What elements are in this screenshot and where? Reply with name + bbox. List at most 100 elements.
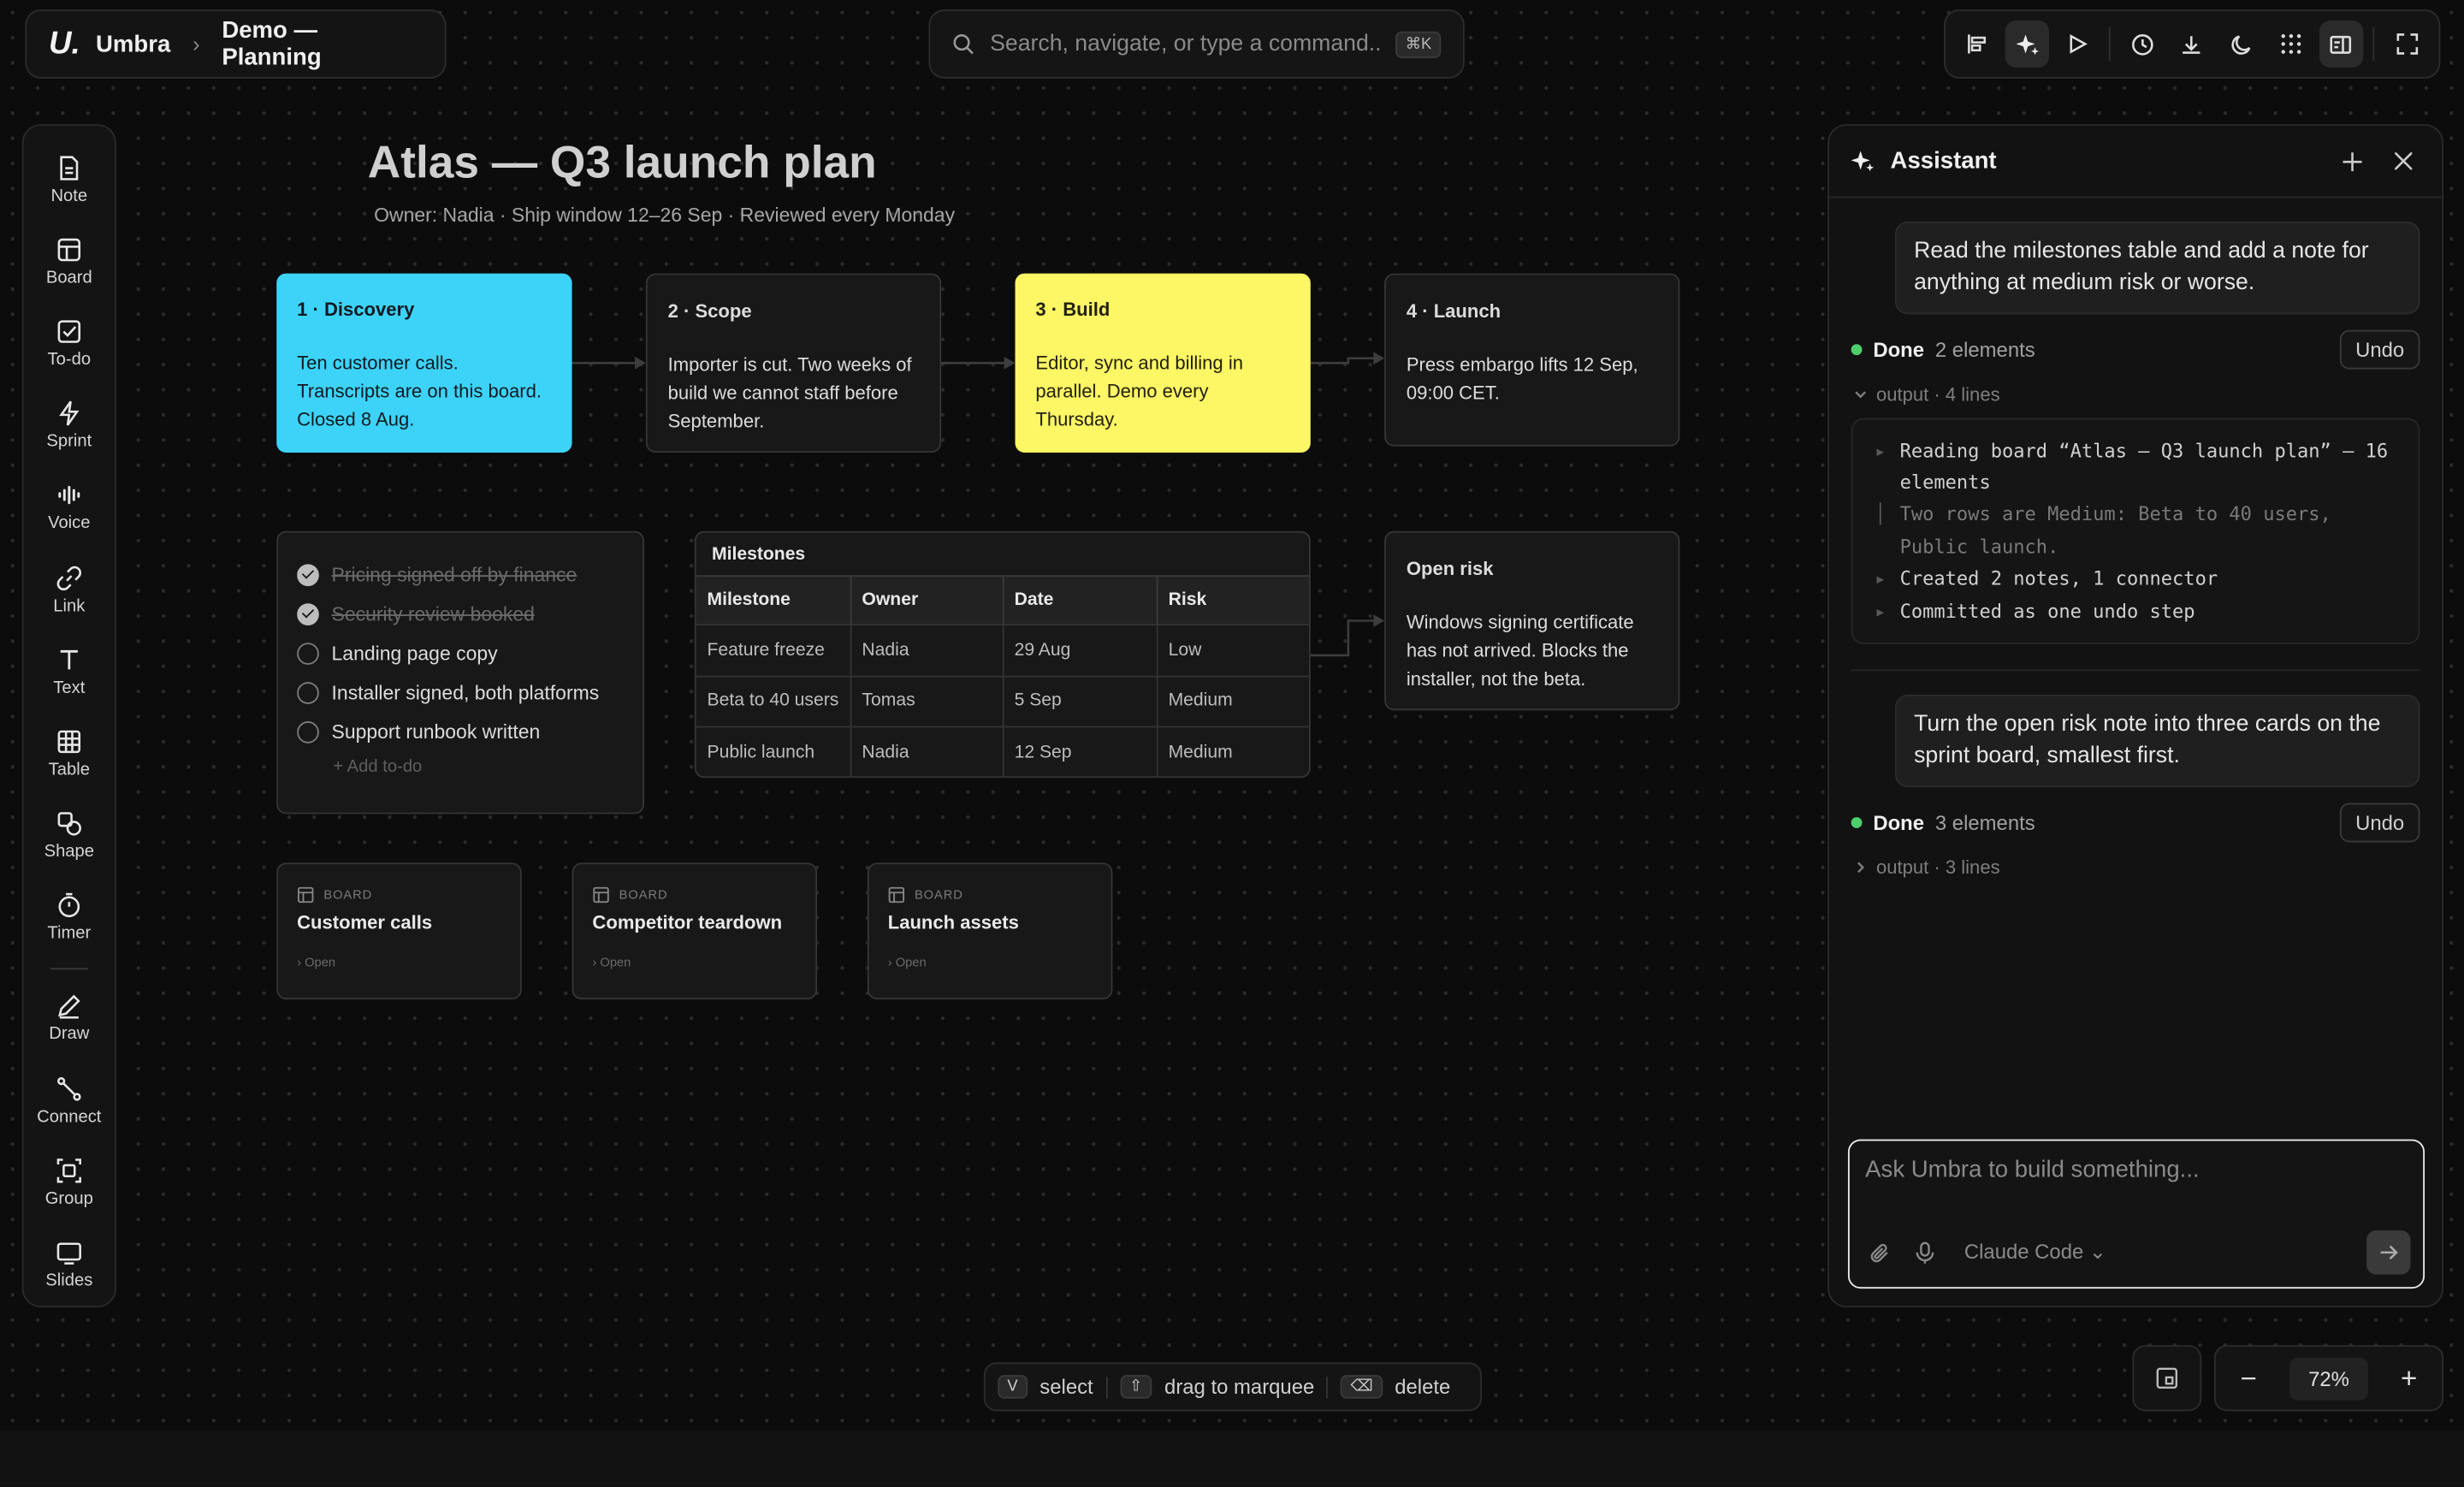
stage-card-scope[interactable]: 2 · Scope Importer is cut. Two weeks of … — [645, 273, 942, 453]
stage-card-launch[interactable]: 4 · Launch Press embargo lifts 12 Sep, 0… — [1384, 273, 1680, 447]
undo-button[interactable]: Undo — [2339, 329, 2420, 370]
microphone-icon[interactable] — [1914, 1241, 1936, 1265]
send-button[interactable] — [2366, 1230, 2411, 1275]
table-row: Beta to 40 users Tomas 5 Sep Medium — [696, 674, 1309, 727]
rail-item-group[interactable]: Group — [24, 1141, 116, 1223]
text-icon — [60, 649, 78, 669]
subboard-customer-calls[interactable]: BOARD Customer calls › Open — [276, 862, 522, 1000]
rail-item-text[interactable]: Text — [24, 631, 116, 713]
shape-icon — [57, 812, 81, 836]
table-cell[interactable]: Nadia — [850, 726, 1004, 777]
undo-button[interactable]: Undo — [2339, 803, 2420, 843]
checkbox[interactable] — [297, 642, 319, 665]
board-title[interactable]: Atlas — Q3 launch plan — [368, 139, 877, 191]
umbra-logo[interactable]: U. — [49, 26, 80, 62]
todo-item[interactable]: Installer signed, both platforms — [297, 672, 624, 712]
fullscreen-icon[interactable] — [2384, 21, 2430, 68]
rail-item-draw[interactable]: Draw — [24, 977, 116, 1059]
open-link[interactable]: › Open — [592, 956, 797, 970]
open-link[interactable]: › Open — [297, 956, 501, 970]
zoom-in-button[interactable]: + — [2385, 1354, 2432, 1401]
align-icon[interactable] — [1955, 21, 2000, 68]
model-selector[interactable]: Claude Code ⌄ — [1964, 1240, 2344, 1265]
todo-icon — [57, 320, 81, 343]
rail-item-timer[interactable]: Timer — [24, 876, 116, 958]
rail-item-todo[interactable]: To-do — [24, 302, 116, 384]
table-cell[interactable]: Nadia — [850, 624, 1004, 676]
column-header[interactable]: Owner — [850, 575, 1004, 625]
column-header[interactable]: Risk — [1156, 575, 1309, 625]
history-icon[interactable] — [2120, 21, 2165, 68]
rail-item-table[interactable]: Table — [24, 713, 116, 795]
close-icon — [2394, 152, 2412, 170]
todo-item[interactable]: Pricing signed off by finance — [297, 554, 624, 594]
todo-item[interactable]: Security review booked — [297, 594, 624, 633]
table-cell[interactable]: 12 Sep — [1002, 726, 1158, 777]
prompt-input[interactable] — [1865, 1156, 2400, 1204]
board-icon — [888, 886, 905, 903]
checkbox-checked[interactable] — [297, 563, 319, 586]
moon-icon[interactable] — [2219, 21, 2265, 68]
grid-icon[interactable] — [2269, 21, 2314, 68]
play-icon[interactable] — [2054, 21, 2100, 68]
table-cell[interactable]: Medium — [1156, 674, 1309, 727]
subboard-launch-assets[interactable]: BOARD Launch assets › Open — [867, 862, 1113, 1000]
attach-icon[interactable] — [1869, 1241, 1892, 1265]
column-header[interactable]: Date — [1002, 575, 1158, 625]
checkbox[interactable] — [297, 681, 319, 703]
search-shortcut: ⌘K — [1395, 30, 1442, 58]
todo-item[interactable]: Support runbook written — [297, 712, 624, 751]
board-subtitle[interactable]: Owner: Nadia · Ship window 12–26 Sep · R… — [374, 204, 955, 227]
rail-item-slides[interactable]: Slides — [24, 1223, 116, 1306]
app-name[interactable]: Umbra — [96, 31, 170, 57]
stage-card-discovery[interactable]: 1 · Discovery Ten customer calls. Transc… — [276, 273, 572, 453]
table-cell[interactable]: 29 Aug — [1002, 624, 1158, 676]
rail-item-board[interactable]: Board — [24, 220, 116, 302]
rail-item-voice[interactable]: Voice — [24, 466, 116, 548]
rail-item-note[interactable]: Note — [24, 139, 116, 221]
output-toggle[interactable]: output · 3 lines — [1854, 856, 2420, 878]
user-message: Read the milestones table and add a note… — [1895, 221, 2420, 314]
table-cell[interactable]: Low — [1156, 624, 1309, 676]
table-cell[interactable]: Public launch — [696, 726, 851, 777]
output-toggle[interactable]: output · 4 lines — [1854, 382, 2420, 405]
search-input[interactable] — [990, 31, 1381, 57]
table-cell[interactable]: 5 Sep — [1002, 674, 1158, 727]
close-assistant-button[interactable] — [2385, 144, 2420, 178]
download-icon[interactable] — [2170, 21, 2215, 68]
sparkle-icon[interactable] — [2005, 20, 2050, 68]
subboard-competitor-teardown[interactable]: BOARD Competitor teardown › Open — [572, 862, 818, 1000]
output-line: │ Two rows are Medium: Beta to 40 users, … — [1875, 503, 2331, 558]
zoom-level[interactable]: 72% — [2289, 1356, 2368, 1400]
output-line: ▸ Created 2 notes, 1 connector — [1875, 567, 2218, 590]
stage-card-build[interactable]: 3 · Build Editor, sync and billing in pa… — [1015, 273, 1311, 453]
rail-item-sprint[interactable]: Sprint — [24, 384, 116, 466]
board-icon — [593, 886, 609, 903]
hint-label: delete — [1395, 1375, 1451, 1399]
rail-item-connect[interactable]: Connect — [24, 1059, 116, 1141]
board-name[interactable]: Demo — Planning — [222, 17, 423, 70]
chevron-right-icon — [1857, 861, 1865, 873]
rail-item-link[interactable]: Link — [24, 548, 116, 631]
assistant-composer: Claude Code ⌄ — [1847, 1139, 2426, 1289]
new-chat-button[interactable] — [2335, 144, 2369, 178]
table-cell[interactable]: Medium — [1156, 726, 1309, 777]
milestones-table[interactable]: Milestones Milestone Owner Date Risk Fea… — [694, 530, 1311, 779]
table-cell[interactable]: Beta to 40 users — [696, 674, 851, 727]
minimap-button[interactable] — [2132, 1345, 2202, 1412]
rail-item-shape[interactable]: Shape — [24, 794, 116, 876]
checkbox[interactable] — [297, 720, 319, 743]
open-link[interactable]: › Open — [888, 956, 1093, 970]
table-cell[interactable]: Feature freeze — [696, 624, 851, 676]
panel-icon[interactable] — [2319, 20, 2364, 68]
command-search[interactable]: ⌘K — [928, 9, 1465, 79]
open-risk-note[interactable]: Open risk Windows signing certificate ha… — [1384, 530, 1680, 711]
todo-list[interactable]: Pricing signed off by finance Security r… — [276, 530, 645, 815]
column-header[interactable]: Milestone — [696, 575, 851, 625]
add-todo-button[interactable]: + Add to-do — [333, 757, 624, 776]
checkbox-checked[interactable] — [297, 602, 319, 625]
todo-item[interactable]: Landing page copy — [297, 633, 624, 672]
table-cell[interactable]: Tomas — [850, 674, 1004, 727]
zoom-out-button[interactable]: − — [2225, 1354, 2272, 1401]
plus-icon — [2343, 151, 2362, 171]
